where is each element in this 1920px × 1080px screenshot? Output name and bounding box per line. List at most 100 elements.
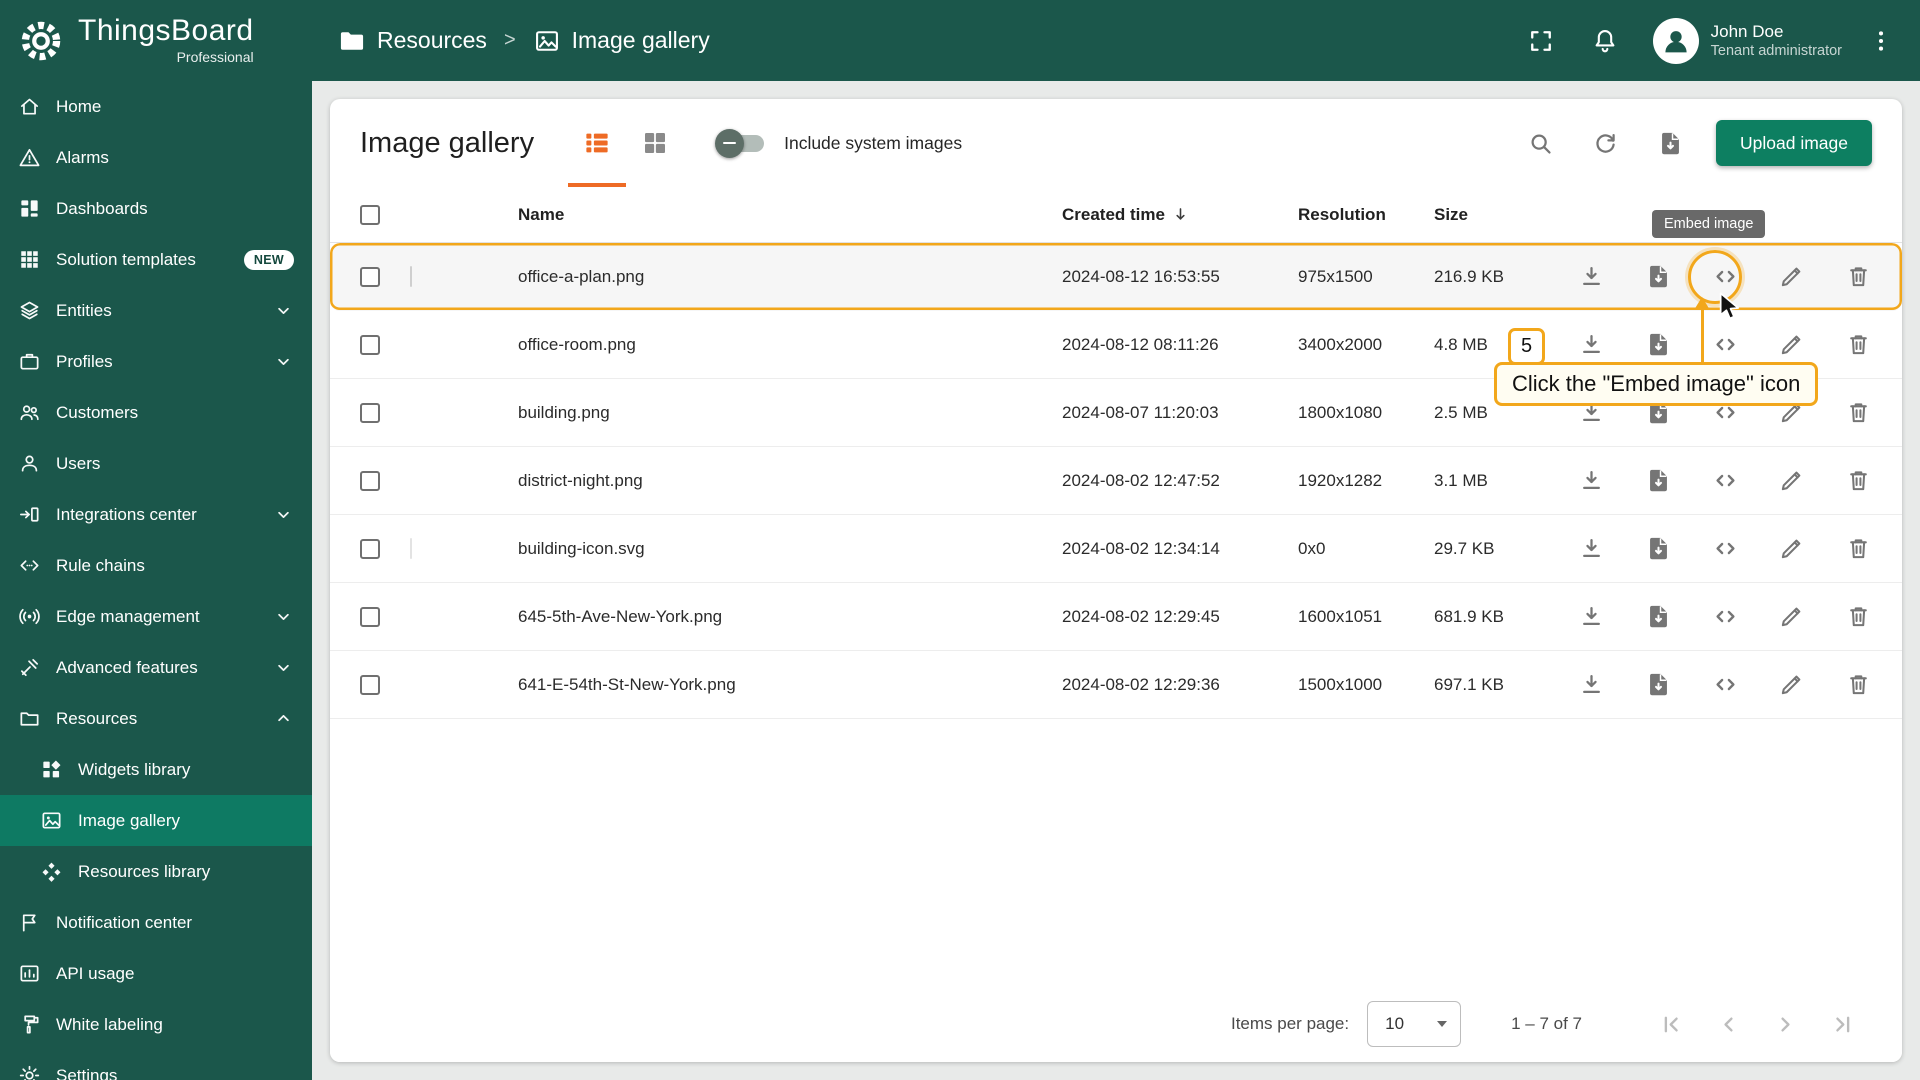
chevron-down-icon: [273, 351, 294, 372]
sidebar-item-profiles[interactable]: Profiles: [0, 336, 312, 387]
row-checkbox[interactable]: [360, 470, 380, 491]
sidebar-item-alarms[interactable]: Alarms: [0, 132, 312, 183]
delete-icon[interactable]: [1845, 263, 1872, 290]
more-menu-icon[interactable]: [1868, 28, 1894, 54]
image-name: office-a-plan.png: [518, 266, 645, 286]
download-icon[interactable]: [1578, 535, 1605, 562]
row-checkbox[interactable]: [360, 266, 380, 287]
resolution: 1600x1051: [1298, 606, 1383, 626]
select-all-checkbox[interactable]: [360, 204, 380, 225]
edit-icon[interactable]: [1778, 535, 1805, 562]
row-checkbox[interactable]: [360, 538, 380, 559]
table-row[interactable]: 645-5th-Ave-New-York.png 2024-08-02 12:2…: [330, 583, 1902, 651]
notifications-bell-icon[interactable]: [1591, 27, 1619, 55]
edit-icon[interactable]: [1778, 603, 1805, 630]
grid-view-button[interactable]: [626, 99, 684, 187]
export-image-icon[interactable]: [1645, 467, 1672, 494]
sidebar-item-solution-templates[interactable]: Solution templates NEW: [0, 234, 312, 285]
widgets-icon: [40, 758, 63, 781]
home-icon: [18, 95, 41, 118]
last-page-icon[interactable]: [1829, 1011, 1856, 1038]
delete-icon[interactable]: [1845, 603, 1872, 630]
download-icon[interactable]: [1578, 671, 1605, 698]
items-per-page-select[interactable]: 10: [1367, 1001, 1462, 1047]
include-system-images-toggle[interactable]: [715, 128, 765, 158]
delete-icon[interactable]: [1845, 535, 1872, 562]
grid-view-icon: [640, 128, 670, 158]
table-footer: Items per page: 10 1 – 7 of 7: [330, 986, 1902, 1062]
list-view-button[interactable]: [568, 99, 626, 187]
embed-image-icon[interactable]: [1712, 603, 1739, 630]
first-page-icon[interactable]: [1658, 1011, 1685, 1038]
breadcrumb-resources[interactable]: Resources: [377, 27, 487, 54]
edit-icon[interactable]: [1778, 467, 1805, 494]
embed-image-icon[interactable]: [1712, 331, 1739, 358]
export-image-icon[interactable]: [1645, 535, 1672, 562]
embed-image-icon[interactable]: [1712, 535, 1739, 562]
sidebar-item-users[interactable]: Users: [0, 438, 312, 489]
export-image-icon[interactable]: [1645, 603, 1672, 630]
embed-image-icon[interactable]: [1712, 467, 1739, 494]
column-name[interactable]: Name: [518, 205, 1062, 225]
table-row[interactable]: district-night.png 2024-08-02 12:47:52 1…: [330, 447, 1902, 515]
upload-image-button[interactable]: Upload image: [1716, 120, 1872, 166]
export-image-icon[interactable]: [1645, 263, 1672, 290]
row-checkbox[interactable]: [360, 334, 380, 355]
api-usage-icon: [18, 962, 41, 985]
delete-icon[interactable]: [1845, 399, 1872, 426]
fullscreen-icon[interactable]: [1527, 27, 1555, 55]
row-checkbox[interactable]: [360, 402, 380, 423]
edit-icon[interactable]: [1778, 331, 1805, 358]
edit-icon[interactable]: [1778, 263, 1805, 290]
sidebar-item-customers[interactable]: Customers: [0, 387, 312, 438]
sidebar-item-entities[interactable]: Entities: [0, 285, 312, 336]
delete-icon[interactable]: [1845, 671, 1872, 698]
items-per-page-label: Items per page:: [1230, 1014, 1350, 1033]
sidebar-item-integrations-center[interactable]: Integrations center: [0, 489, 312, 540]
avatar[interactable]: [1652, 17, 1699, 64]
previous-page-icon[interactable]: [1715, 1011, 1742, 1038]
row-checkbox[interactable]: [360, 674, 380, 695]
sidebar-item-white-labeling[interactable]: White labeling: [0, 999, 312, 1050]
sidebar-item-dashboards[interactable]: Dashboards: [0, 183, 312, 234]
delete-icon[interactable]: [1845, 467, 1872, 494]
created-time: 2024-08-02 12:29:36: [1062, 674, 1220, 694]
row-checkbox[interactable]: [360, 606, 380, 627]
embed-image-icon[interactable]: [1712, 671, 1739, 698]
column-resolution[interactable]: Resolution: [1298, 205, 1434, 225]
image-name: district-night.png: [518, 470, 643, 490]
download-icon[interactable]: [1578, 263, 1605, 290]
sidebar-item-widgets-library[interactable]: Widgets library: [0, 744, 312, 795]
column-created-time[interactable]: Created time: [1062, 205, 1298, 225]
export-image-icon[interactable]: [1645, 331, 1672, 358]
sidebar-item-rule-chains[interactable]: Rule chains: [0, 540, 312, 591]
edit-icon[interactable]: [1778, 671, 1805, 698]
delete-icon[interactable]: [1845, 331, 1872, 358]
export-image-icon[interactable]: [1645, 671, 1672, 698]
download-icon[interactable]: [1578, 331, 1605, 358]
sidebar-item-advanced-features[interactable]: Advanced features: [0, 642, 312, 693]
sidebar-item-edge-management[interactable]: Edge management: [0, 591, 312, 642]
download-icon[interactable]: [1578, 603, 1605, 630]
table-row[interactable]: office-a-plan.png 2024-08-12 16:53:55 97…: [330, 243, 1902, 311]
refresh-icon[interactable]: [1592, 130, 1619, 157]
chevron-down-icon: [273, 300, 294, 321]
table-row[interactable]: 641-E-54th-St-New-York.png 2024-08-02 12…: [330, 651, 1902, 719]
column-size[interactable]: Size: [1434, 205, 1574, 225]
next-page-icon[interactable]: [1772, 1011, 1799, 1038]
sidebar-item-settings[interactable]: Settings: [0, 1050, 312, 1080]
sidebar-item-resources[interactable]: Resources: [0, 693, 312, 744]
table-row[interactable]: building-icon.svg 2024-08-02 12:34:14 0x…: [330, 515, 1902, 583]
sidebar-item-home[interactable]: Home: [0, 81, 312, 132]
sidebar-item-notification-center[interactable]: Notification center: [0, 897, 312, 948]
annotation-step-number: 5: [1508, 328, 1545, 365]
sidebar-item-label: Users: [56, 453, 101, 473]
customers-icon: [18, 401, 41, 424]
sidebar-item-resources-library[interactable]: Resources library: [0, 846, 312, 897]
import-image-icon[interactable]: [1657, 130, 1684, 157]
search-icon[interactable]: [1527, 130, 1554, 157]
edge-icon: [18, 605, 41, 628]
download-icon[interactable]: [1578, 467, 1605, 494]
sidebar-item-image-gallery[interactable]: Image gallery: [0, 795, 312, 846]
sidebar-item-api-usage[interactable]: API usage: [0, 948, 312, 999]
